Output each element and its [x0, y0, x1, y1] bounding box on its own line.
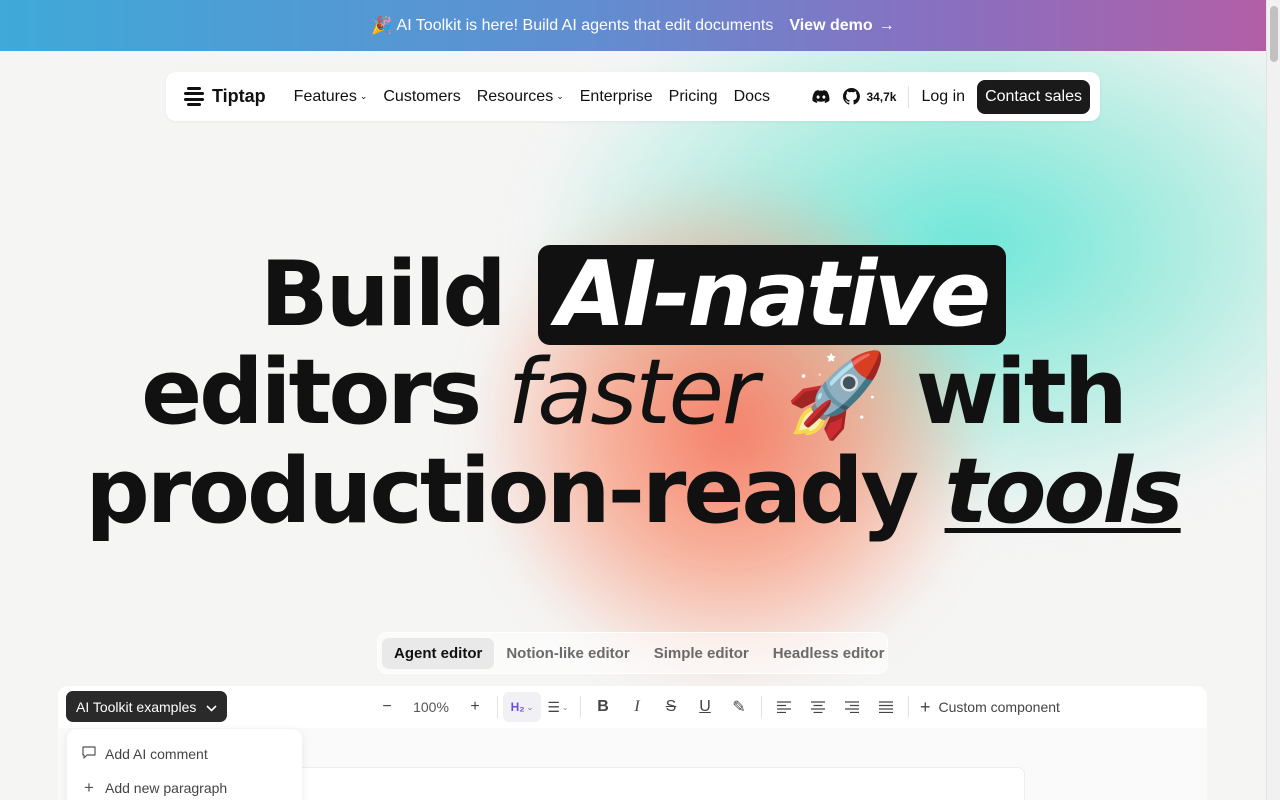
- nav-docs[interactable]: Docs: [734, 88, 770, 106]
- brand-logo[interactable]: Tiptap: [184, 86, 266, 107]
- chevron-down-icon: ⌄: [359, 91, 368, 101]
- list-dropdown-icon[interactable]: ☰ ⌄: [541, 692, 575, 722]
- chevron-down-icon: [206, 699, 217, 715]
- align-center-icon[interactable]: [801, 692, 835, 722]
- formatting-tools: − 100% + H₂ ⌄ ☰ ⌄ B I S U ✎ + Custom com…: [370, 686, 1060, 728]
- github-stars-link[interactable]: 34,7k: [843, 88, 896, 105]
- hero-word-build: Build: [259, 242, 507, 347]
- nav-actions: 34,7k Log in Contact sales: [811, 79, 1090, 114]
- login-link[interactable]: Log in: [921, 88, 965, 106]
- toolbar-divider: [580, 696, 581, 718]
- hero-word-editors: editors: [141, 340, 482, 445]
- nav-features-label: Features: [293, 87, 357, 105]
- party-popper-icon: 🎉: [371, 15, 393, 35]
- hero-headline: Build AI-native editors faster 🚀 with pr…: [0, 245, 1266, 540]
- custom-component-button[interactable]: + Custom component: [920, 697, 1060, 718]
- discord-icon[interactable]: [811, 87, 831, 107]
- align-right-icon[interactable]: [835, 692, 869, 722]
- nav-docs-label: Docs: [733, 87, 771, 105]
- editor-toolbar: AI Toolkit examples − 100% + H₂ ⌄ ☰ ⌄ B I …: [58, 686, 1207, 728]
- github-icon: [843, 88, 861, 105]
- menu-item-add-ai-comment[interactable]: Add AI comment: [73, 737, 296, 771]
- comment-icon: [81, 746, 97, 762]
- menu-item-add-new-paragraph[interactable]: + Add new paragraph: [73, 771, 296, 800]
- view-demo-link[interactable]: View demo →: [789, 17, 894, 35]
- tab-headless-editor[interactable]: Headless editor: [761, 638, 897, 669]
- nav-enterprise-label: Enterprise: [579, 87, 653, 105]
- nav-features[interactable]: Features ⌄: [294, 88, 368, 106]
- tab-agent-editor[interactable]: Agent editor: [382, 637, 495, 669]
- menu-item-label: Add AI comment: [105, 746, 208, 762]
- italic-icon[interactable]: I: [620, 692, 654, 722]
- github-stars-count: 34,7k: [866, 89, 897, 104]
- toolbar-divider: [497, 696, 498, 718]
- nav-customers-label: Customers: [383, 87, 461, 105]
- document-page[interactable]: [296, 768, 1024, 800]
- nav-pricing-label: Pricing: [668, 87, 718, 105]
- chevron-down-icon: ⌄: [556, 91, 564, 101]
- hero-word-with: with: [915, 340, 1128, 445]
- nav-resources-label: Resources: [476, 87, 554, 105]
- plus-icon: +: [920, 696, 931, 717]
- scrollbar-thumb[interactable]: [1270, 6, 1278, 62]
- heading-label: H₂: [510, 700, 525, 714]
- nav-customers[interactable]: Customers: [383, 88, 460, 106]
- nav-links: Features ⌄ Customers Resources ⌄ Enterpr…: [294, 88, 770, 106]
- announcement-bar: 🎉 AI Toolkit is here! Build AI agents th…: [0, 0, 1266, 51]
- hero-line-2: editors faster 🚀 with: [0, 345, 1266, 444]
- editor-type-tabs: Agent editor Notion-like editor Simple e…: [377, 632, 888, 674]
- brand-name: Tiptap: [212, 86, 266, 106]
- main-navbar: Tiptap Features ⌄ Customers Resources ⌄ …: [166, 72, 1100, 121]
- tab-simple-editor[interactable]: Simple editor: [642, 638, 761, 669]
- align-left-icon[interactable]: [767, 692, 801, 722]
- strikethrough-icon[interactable]: S: [654, 692, 688, 722]
- zoom-out-icon[interactable]: −: [370, 692, 404, 722]
- hero-line-3: production-ready tools: [0, 444, 1266, 540]
- ai-toolkit-examples-select[interactable]: AI Toolkit examples: [66, 691, 228, 722]
- hero-word-faster: faster: [507, 340, 759, 445]
- rocket-icon: 🚀: [785, 348, 888, 443]
- page-scrollbar[interactable]: [1266, 0, 1280, 800]
- hero-pill-ai-native: AI-native: [538, 245, 1007, 345]
- hero-word-production-ready: production-ready: [85, 439, 919, 544]
- ai-examples-menu: Add AI comment + Add new paragraph: [67, 729, 302, 800]
- toolbar-divider: [761, 696, 762, 718]
- ai-toolkit-examples-label: AI Toolkit examples: [76, 698, 197, 715]
- view-demo-label: View demo: [789, 16, 873, 34]
- nav-enterprise[interactable]: Enterprise: [580, 88, 653, 106]
- contact-sales-button[interactable]: Contact sales: [977, 79, 1090, 114]
- bold-icon[interactable]: B: [586, 692, 620, 722]
- custom-component-label: Custom component: [938, 699, 1060, 715]
- zoom-in-icon[interactable]: +: [458, 692, 492, 722]
- tiptap-logo-icon: [184, 86, 204, 107]
- highlighter-icon[interactable]: ✎: [722, 692, 756, 722]
- arrow-right-icon: →: [878, 16, 895, 34]
- zoom-level[interactable]: 100%: [404, 692, 458, 722]
- align-justify-icon[interactable]: [869, 692, 903, 722]
- nav-divider: [908, 85, 910, 108]
- plus-icon: +: [84, 778, 94, 797]
- nav-pricing[interactable]: Pricing: [669, 88, 718, 106]
- toolbar-divider: [908, 696, 909, 718]
- tab-notion-like-editor[interactable]: Notion-like editor: [494, 638, 641, 669]
- hero-word-tools: tools: [944, 439, 1184, 544]
- hero-line-1: Build AI-native: [0, 245, 1266, 345]
- menu-item-label: Add new paragraph: [105, 780, 228, 796]
- underline-icon[interactable]: U: [688, 692, 722, 722]
- nav-resources[interactable]: Resources ⌄: [477, 88, 564, 106]
- heading-dropdown[interactable]: H₂ ⌄: [503, 692, 541, 722]
- announcement-text: AI Toolkit is here! Build AI agents that…: [396, 16, 774, 34]
